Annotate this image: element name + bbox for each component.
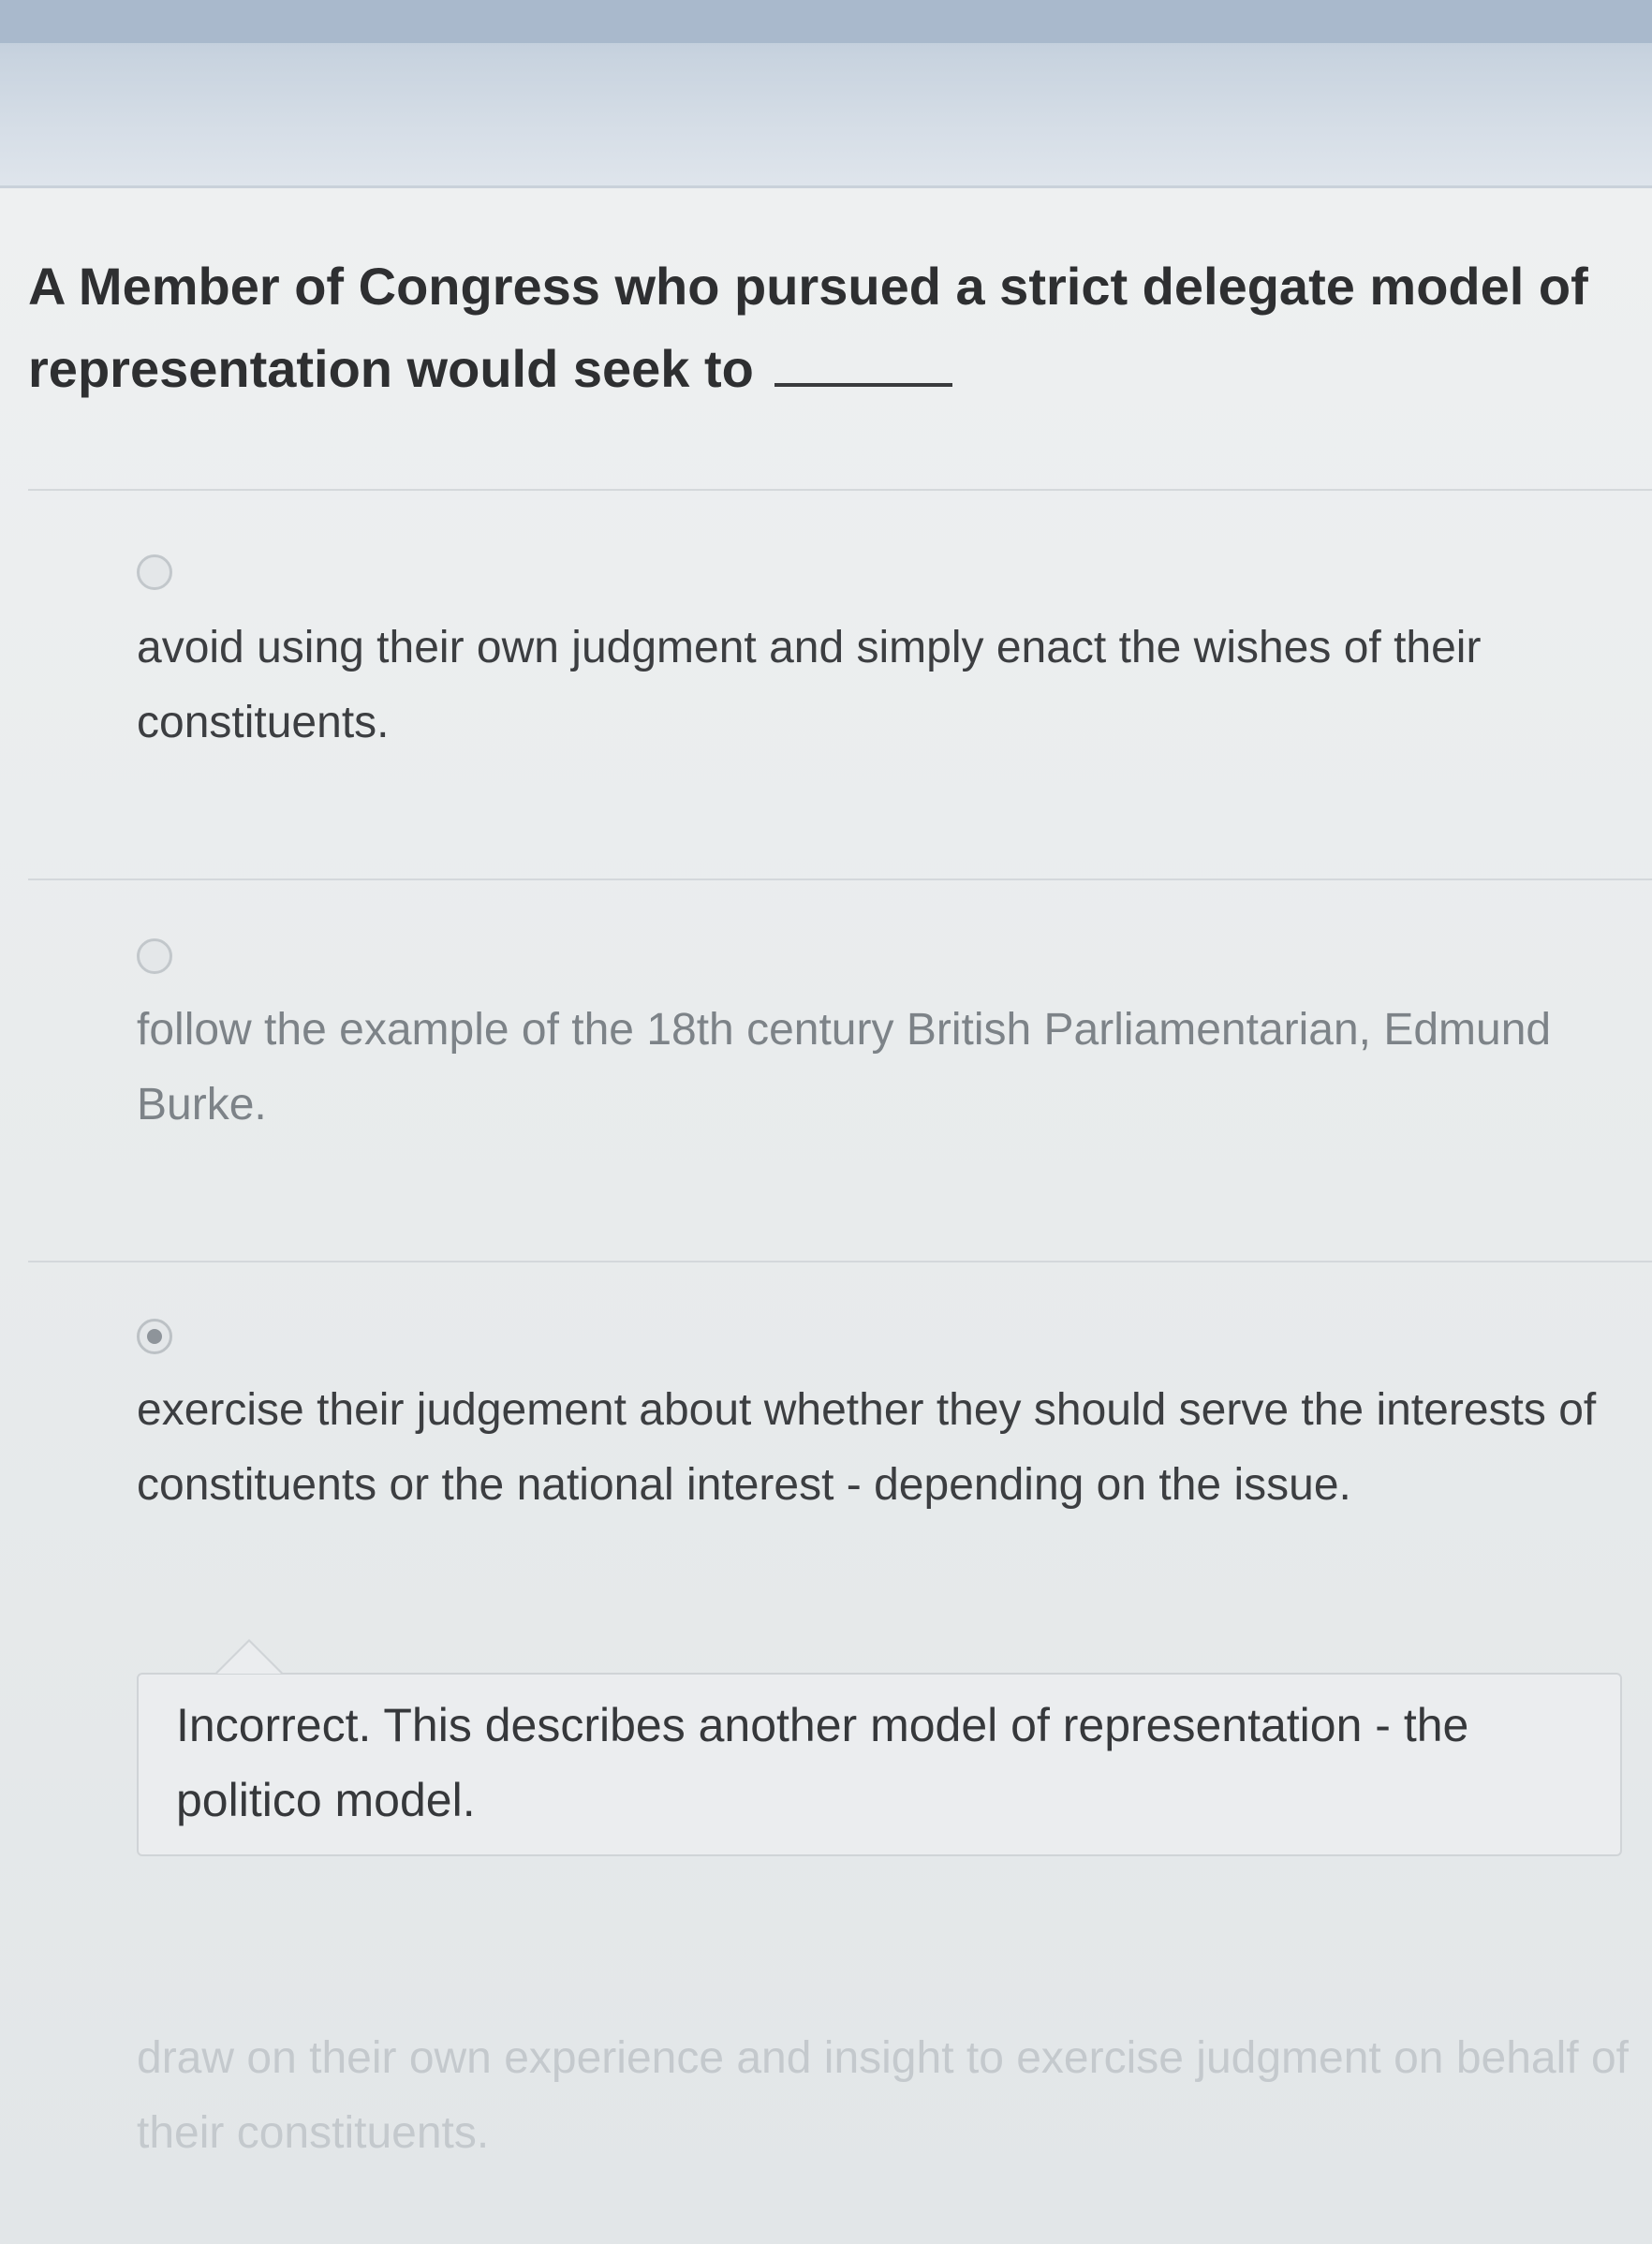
- option-divider: [28, 1261, 1652, 1262]
- option-2-radio[interactable]: [137, 938, 172, 974]
- option-divider: [28, 878, 1652, 880]
- option-1-label[interactable]: avoid using their own judgment and simpl…: [137, 611, 1635, 760]
- question-divider: [28, 489, 1652, 491]
- option-3-radio[interactable]: [137, 1319, 172, 1354]
- feedback-text: Incorrect. This describes another model …: [176, 1699, 1469, 1826]
- quiz-content-area: [0, 188, 1652, 2244]
- top-bar-strip: [0, 0, 1652, 43]
- option-1-radio[interactable]: [137, 554, 172, 590]
- option-2-label[interactable]: follow the example of the 18th century B…: [137, 993, 1635, 1143]
- feedback-pointer-inner: [217, 1642, 281, 1674]
- question-text: A Member of Congress who pursued a stric…: [28, 257, 1588, 398]
- option-4-label[interactable]: draw on their own experience and insight…: [137, 2021, 1635, 2171]
- fill-in-blank: [774, 381, 952, 387]
- feedback-box: Incorrect. This describes another model …: [137, 1673, 1622, 1856]
- question-prompt: A Member of Congress who pursued a stric…: [28, 245, 1620, 410]
- option-3-label[interactable]: exercise their judgement about whether t…: [137, 1373, 1635, 1523]
